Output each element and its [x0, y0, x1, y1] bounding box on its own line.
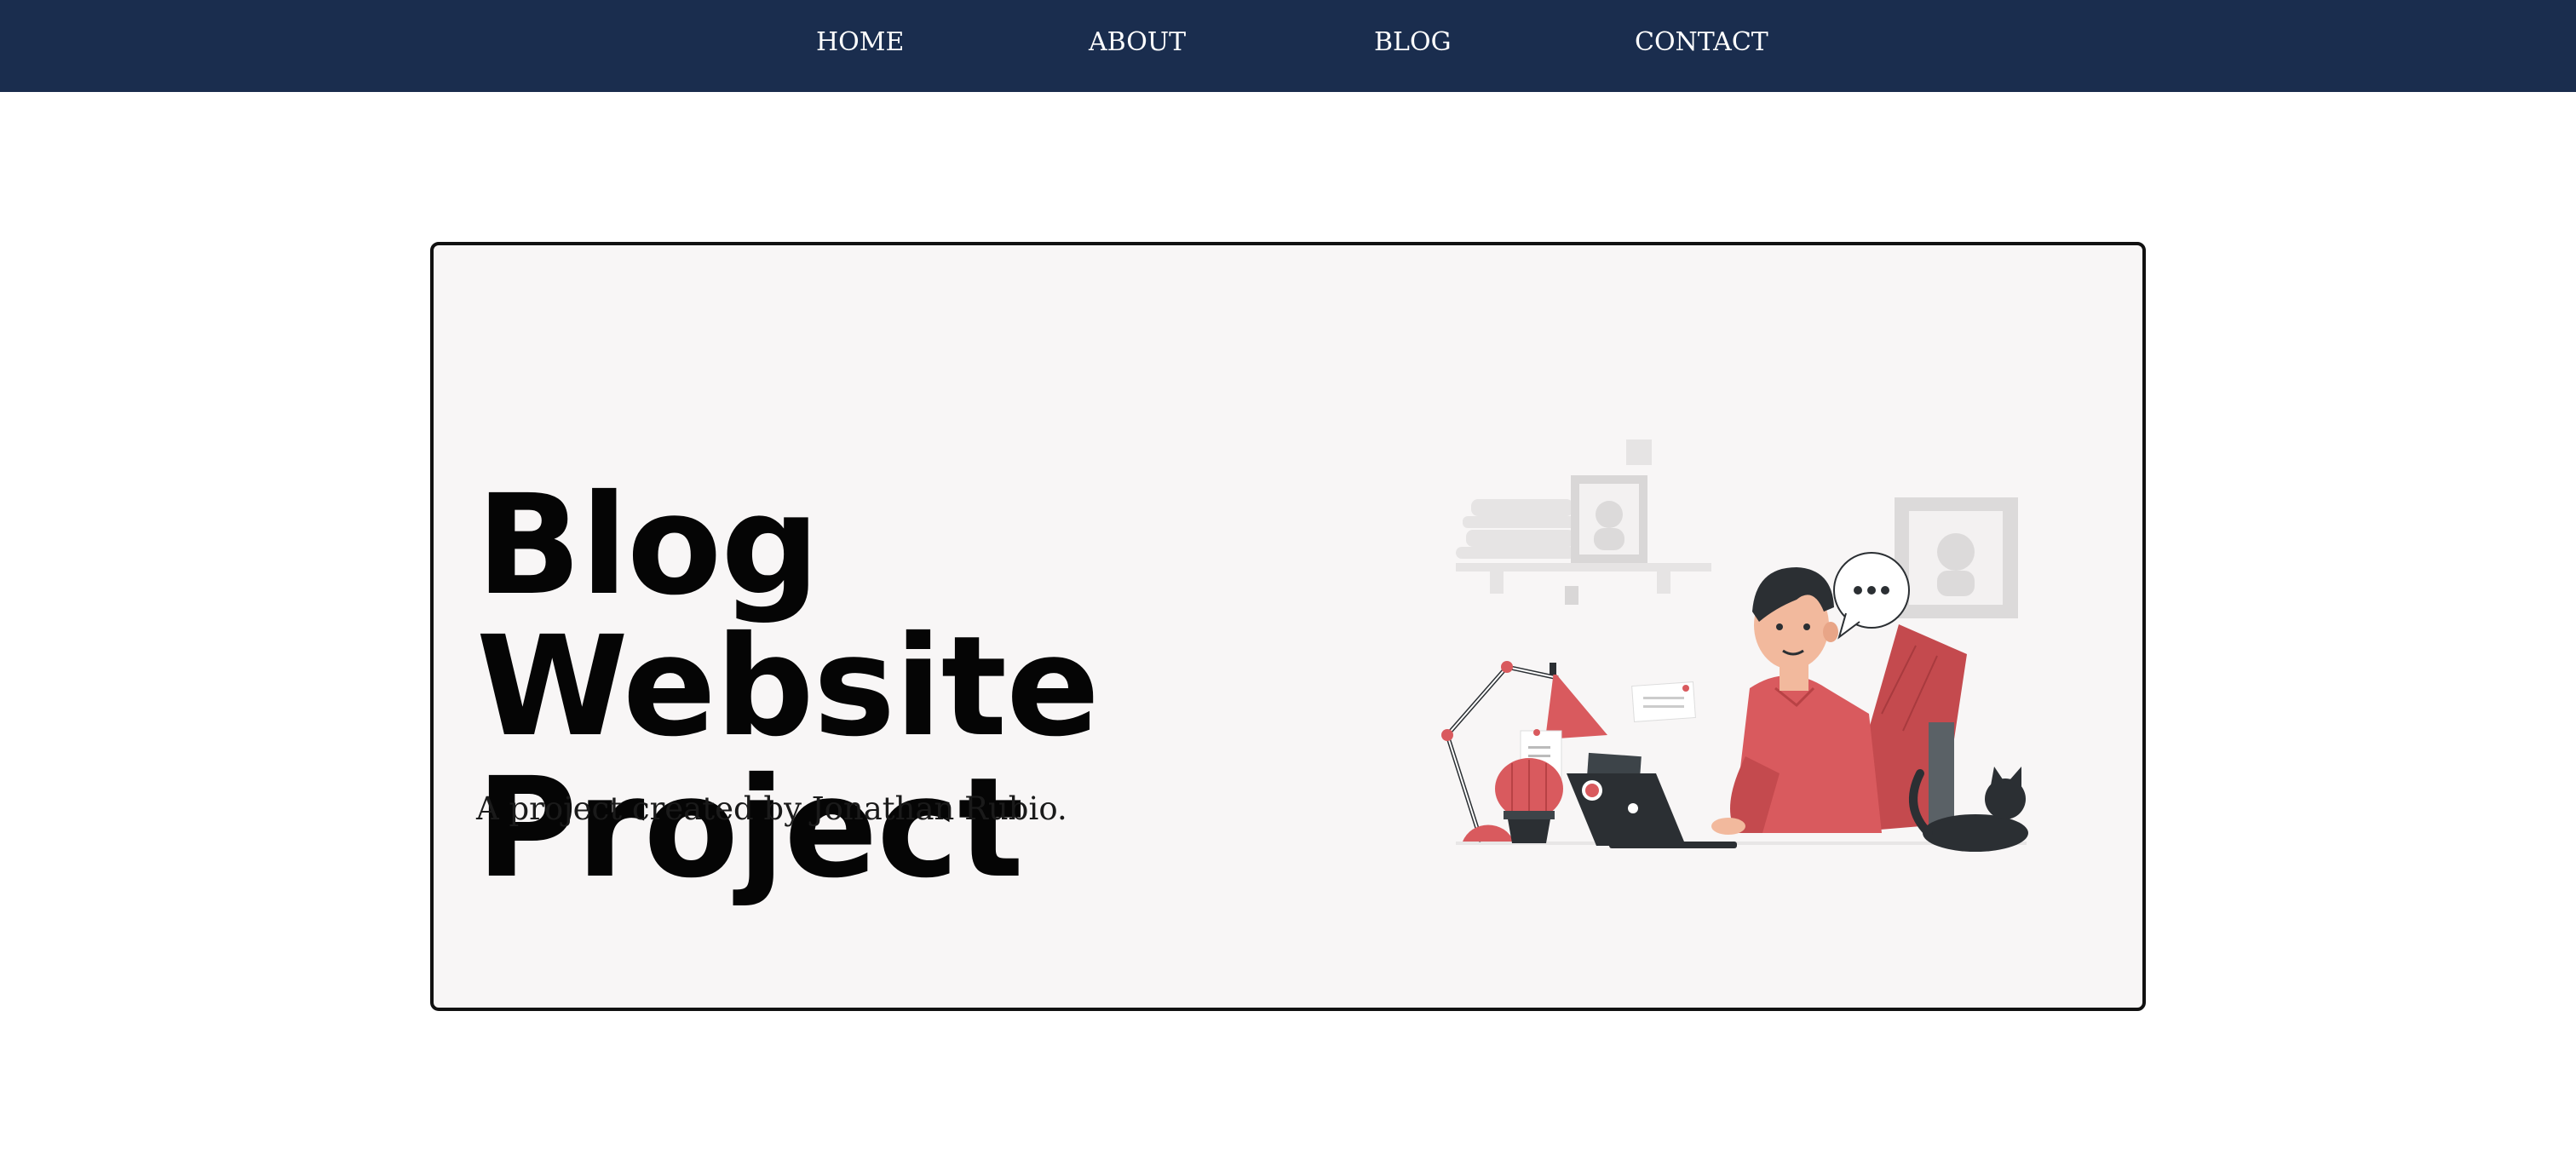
background-shelf [1456, 440, 2018, 618]
nav-link-blog[interactable]: BLOG [1374, 0, 1452, 85]
speech-bubble-icon [1833, 552, 1910, 640]
person-working-at-laptop-illustration [1441, 440, 2028, 852]
top-navbar: HOME ABOUT BLOG CONTACT [0, 0, 2576, 92]
laptop [1567, 773, 1737, 848]
hero-card: Blog Website Project A project created b… [430, 242, 2146, 1011]
nav-link-home[interactable]: HOME [816, 0, 904, 85]
hero-title: Blog Website Project [476, 466, 1100, 909]
nav-link-about[interactable]: ABOUT [1089, 0, 1186, 85]
nav-link-contact[interactable]: CONTACT [1635, 0, 1768, 85]
cactus-plant [1495, 758, 1563, 843]
hero-subtitle: A project created by Jonathan Rubio. [476, 790, 1067, 827]
